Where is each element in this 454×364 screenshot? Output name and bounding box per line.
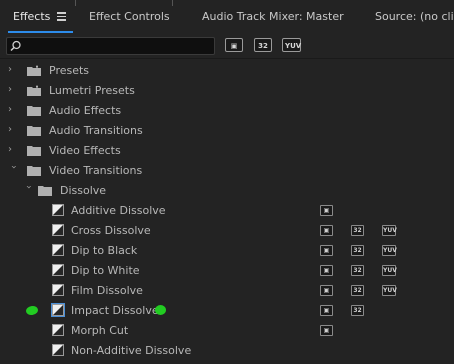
32-bit-badge-icon: 32 bbox=[351, 305, 364, 316]
transition-label: Additive Dissolve bbox=[71, 204, 166, 217]
accelerated-badge-icon: ▣ bbox=[320, 245, 333, 256]
accelerated-effects-filter-button[interactable]: ▣ bbox=[225, 38, 243, 52]
yuv-badge-icon: YUV bbox=[382, 245, 397, 256]
transition-item-additive-dissolve[interactable]: Additive Dissolve ▣ bbox=[0, 201, 454, 221]
tab-divider bbox=[172, 0, 173, 6]
transition-icon bbox=[52, 344, 64, 356]
chevron-right-icon[interactable]: › bbox=[8, 65, 18, 75]
tree-item-label: Audio Effects bbox=[49, 104, 122, 117]
chevron-right-icon[interactable]: › bbox=[8, 125, 18, 135]
transition-icon bbox=[52, 264, 64, 276]
transition-item-impact-dissolve[interactable]: Impact Dissolve ▣ 32 bbox=[0, 301, 454, 321]
transition-icon bbox=[52, 324, 64, 336]
32-bit-badge-icon: 32 bbox=[351, 245, 364, 256]
chevron-right-icon[interactable]: › bbox=[8, 105, 18, 115]
accelerated-badge-icon: ▣ bbox=[320, 325, 333, 336]
tree-item-label: Presets bbox=[49, 64, 90, 77]
panel-tab-bar: Effects Effect Controls Audio Track Mixe… bbox=[0, 0, 454, 34]
preset-folder-icon bbox=[27, 85, 41, 96]
active-tab-indicator bbox=[8, 31, 73, 33]
tree-item-label: Video Transitions bbox=[49, 164, 143, 177]
transition-label: Impact Dissolve bbox=[71, 304, 159, 317]
tree-item-label: Audio Transitions bbox=[49, 124, 143, 137]
accelerated-badge-icon: ▣ bbox=[320, 265, 333, 276]
green-annotation-mark bbox=[155, 305, 166, 315]
folder-icon bbox=[27, 146, 41, 156]
chevron-right-icon[interactable]: › bbox=[8, 145, 18, 155]
chevron-down-icon[interactable]: › bbox=[8, 165, 19, 175]
transition-label: Cross Dissolve bbox=[71, 224, 151, 237]
tree-item-video-transitions[interactable]: › Video Transitions bbox=[0, 161, 454, 181]
transition-item-morph-cut[interactable]: Morph Cut ▣ bbox=[0, 321, 454, 341]
transition-label: Dip to White bbox=[71, 264, 140, 277]
accelerated-badge-icon: ▣ bbox=[320, 285, 333, 296]
tree-item-label: Dissolve bbox=[60, 184, 107, 197]
transition-label: Dip to Black bbox=[71, 244, 138, 257]
tab-audio-track-mixer[interactable]: Audio Track Mixer: Master bbox=[202, 0, 344, 34]
transition-icon bbox=[52, 224, 64, 236]
hamburger-icon[interactable] bbox=[57, 12, 66, 21]
yuv-badge-icon: YUV bbox=[382, 225, 397, 236]
transition-label: Film Dissolve bbox=[71, 284, 143, 297]
tree-item-presets[interactable]: › Presets bbox=[0, 61, 454, 81]
tree-item-audio-transitions[interactable]: › Audio Transitions bbox=[0, 121, 454, 141]
transition-icon bbox=[52, 204, 64, 216]
folder-icon bbox=[38, 186, 52, 196]
32-bit-badge-icon: 32 bbox=[351, 285, 364, 296]
folder-icon bbox=[27, 126, 41, 136]
tab-effect-controls[interactable]: Effect Controls bbox=[89, 0, 170, 34]
folder-icon bbox=[27, 106, 41, 116]
transition-icon bbox=[52, 284, 64, 296]
transition-item-cross-dissolve[interactable]: Cross Dissolve ▣ 32 YUV bbox=[0, 221, 454, 241]
tree-item-label: Video Effects bbox=[49, 144, 121, 157]
tree-item-dissolve[interactable]: › Dissolve bbox=[0, 181, 454, 201]
preset-folder-icon bbox=[27, 65, 41, 76]
tab-source[interactable]: Source: (no clips bbox=[375, 0, 454, 34]
32-bit-badge-icon: 32 bbox=[351, 265, 364, 276]
tree-item-label: Lumetri Presets bbox=[49, 84, 135, 97]
transition-icon bbox=[52, 244, 64, 256]
transition-item-dip-to-black[interactable]: Dip to Black ▣ 32 YUV bbox=[0, 241, 454, 261]
chevron-down-icon[interactable]: › bbox=[23, 185, 34, 195]
accelerated-badge-icon: ▣ bbox=[320, 225, 333, 236]
yuv-badge-icon: YUV bbox=[382, 265, 397, 276]
tree-item-video-effects[interactable]: › Video Effects bbox=[0, 141, 454, 161]
transition-item-film-dissolve[interactable]: Film Dissolve ▣ 32 YUV bbox=[0, 281, 454, 301]
search-icon bbox=[10, 40, 21, 52]
transition-item-dip-to-white[interactable]: Dip to White ▣ 32 YUV bbox=[0, 261, 454, 281]
accelerated-badge-icon: ▣ bbox=[320, 305, 333, 316]
tree-item-audio-effects[interactable]: › Audio Effects bbox=[0, 101, 454, 121]
folder-icon bbox=[27, 166, 41, 176]
tab-divider bbox=[75, 0, 76, 6]
32-bit-filter-button[interactable]: 32 bbox=[254, 38, 272, 52]
yuv-badge-icon: YUV bbox=[382, 285, 397, 296]
accelerated-badge-icon: ▣ bbox=[320, 205, 333, 216]
yuv-filter-button[interactable]: YUV bbox=[282, 38, 301, 52]
transition-label: Morph Cut bbox=[71, 324, 129, 337]
tree-item-lumetri-presets[interactable]: › Lumetri Presets bbox=[0, 81, 454, 101]
search-input[interactable] bbox=[6, 37, 215, 55]
tab-effects[interactable]: Effects bbox=[13, 0, 50, 34]
transition-item-non-additive-dissolve[interactable]: Non-Additive Dissolve bbox=[0, 341, 454, 361]
transition-icon bbox=[51, 303, 65, 317]
divider bbox=[0, 58, 454, 59]
transition-label: Non-Additive Dissolve bbox=[71, 344, 192, 357]
32-bit-badge-icon: 32 bbox=[351, 225, 364, 236]
chevron-right-icon[interactable]: › bbox=[8, 85, 18, 95]
